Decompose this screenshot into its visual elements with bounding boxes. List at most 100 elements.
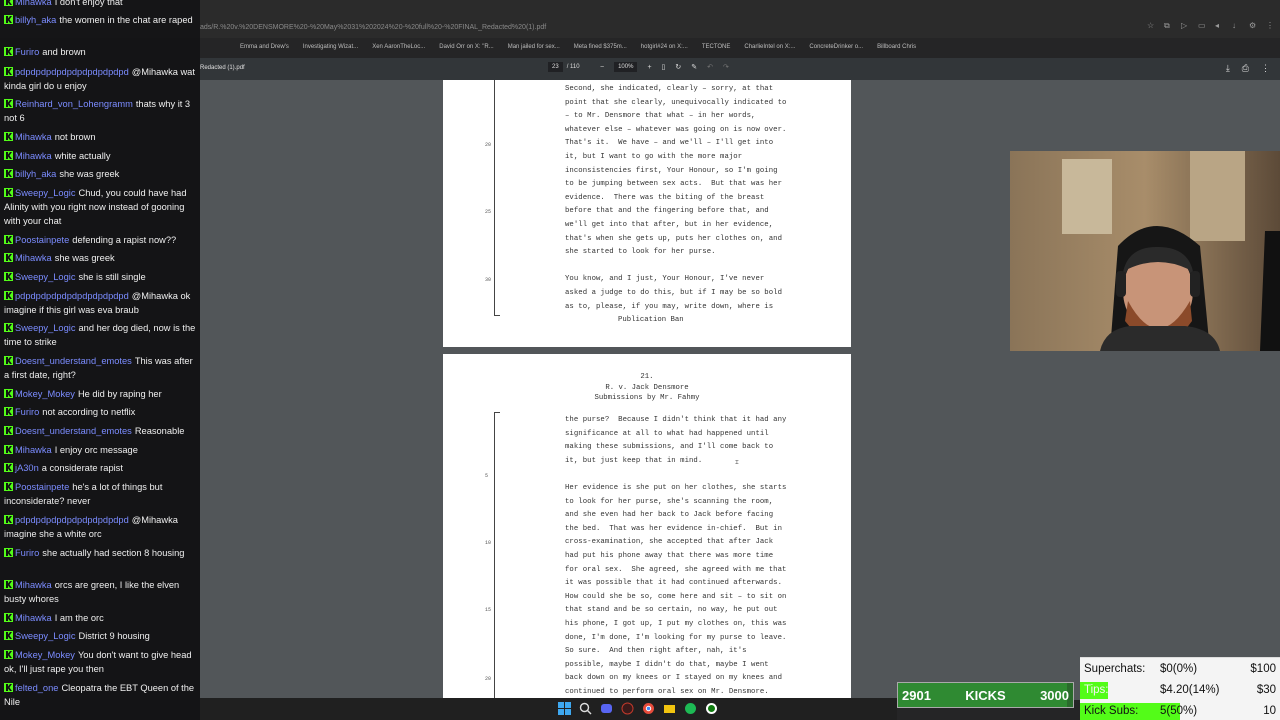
settings-icon[interactable]: ⚙ — [1249, 22, 1257, 30]
spotify-icon[interactable] — [684, 702, 697, 715]
download-pdf-icon[interactable]: ⤓ — [1226, 63, 1230, 74]
zoom-controls: − 100% + ▯ ↻ ✎ ↶ ↷ — [600, 62, 729, 72]
chat-message: Mihawka I don't enjoy that — [4, 0, 197, 10]
print-icon[interactable]: ⎙ — [1242, 63, 1249, 74]
chat-username[interactable]: Furiro — [15, 47, 39, 57]
bookmark-item[interactable]: Billboard Chris — [877, 44, 916, 50]
undo-icon[interactable]: ↶ — [707, 63, 713, 71]
chat-username[interactable]: Mihawka — [15, 613, 52, 623]
zoom-input[interactable]: 100% — [614, 62, 638, 72]
bookmark-item[interactable]: hotgirl#24 on X:... — [641, 44, 688, 50]
menu-icon[interactable]: ⋮ — [1266, 22, 1274, 30]
text-line: How could she be so, come here and sit –… — [565, 592, 787, 601]
bookmark-item[interactable]: TECTONE — [702, 44, 731, 50]
chat-username[interactable]: Sweepy_Logic — [15, 272, 75, 282]
chat-message: Sweepy_Logic District 9 housing — [4, 630, 197, 644]
kick-badge-icon — [4, 613, 13, 622]
search-icon[interactable] — [579, 702, 592, 715]
address-bar[interactable]: ads/R.%20v.%20DENSMORE%20-%20May%2031%20… — [200, 24, 546, 31]
webcam-image — [1010, 151, 1280, 351]
kick-badge-icon — [4, 683, 13, 692]
chat-username[interactable]: Mihawka — [15, 580, 52, 590]
obs-icon[interactable] — [621, 702, 634, 715]
extensions-icon[interactable]: ⧉ — [1164, 22, 1172, 30]
sound-icon[interactable]: ◂ — [1215, 22, 1223, 30]
bookmark-item[interactable]: David Orr on X: "R... — [439, 44, 493, 50]
kicks-label: KICKS — [965, 687, 1006, 703]
bookmark-item[interactable]: CharlieIntel on X:... — [744, 44, 795, 50]
chat-username[interactable]: Doesnt_understand_emotes — [15, 356, 132, 366]
chat-username[interactable]: Mokey_Mokey — [15, 389, 75, 399]
chat-message: Mokey_Mokey He did by raping her — [4, 388, 197, 402]
rotate-icon[interactable]: ↻ — [675, 63, 681, 71]
folder-icon[interactable] — [663, 702, 676, 715]
chat-username[interactable]: Furiro — [15, 548, 39, 558]
bookmark-item[interactable]: Xen AaronTheLoc... — [372, 44, 425, 50]
chat-username[interactable]: Sweepy_Logic — [15, 631, 75, 641]
discord-icon[interactable] — [600, 702, 613, 715]
text-line: as to, please, if you may, write down, w… — [565, 302, 774, 311]
fit-page-icon[interactable]: ▯ — [662, 63, 666, 71]
play-icon[interactable]: ▷ — [1181, 22, 1189, 30]
chat-username[interactable]: pdpdpdpdpdpdpdpdpdpdpd — [15, 291, 129, 301]
line-number: 20 — [485, 142, 492, 148]
windows-start-icon[interactable] — [558, 702, 571, 715]
chat-username[interactable]: Poostainpete — [15, 235, 69, 245]
kick-badge-icon — [4, 0, 13, 6]
xbox-icon[interactable] — [705, 702, 718, 715]
more-options-icon[interactable]: ⋮ — [1261, 63, 1270, 74]
chat-username[interactable]: Sweepy_Logic — [15, 323, 75, 333]
kick-badge-icon — [4, 47, 13, 56]
text-line — [565, 260, 786, 274]
bookmark-item[interactable]: Investigating Wizat... — [303, 44, 358, 50]
chat-message: Sweepy_Logic Chud, you could have had Ali… — [4, 187, 197, 228]
kick-badge-icon — [4, 151, 13, 160]
chat-overlay: Mihawka I don't enjoy that billyh_aka the w… — [0, 0, 200, 720]
star-icon[interactable]: ☆ — [1147, 22, 1155, 30]
line-number: 5 — [485, 473, 489, 479]
kick-badge-icon — [4, 389, 13, 398]
chat-username[interactable]: Poostainpete — [15, 482, 69, 492]
download-icon[interactable]: ↓ — [1232, 22, 1240, 30]
redo-icon[interactable]: ↷ — [723, 63, 729, 71]
chat-username[interactable]: felted_one — [15, 683, 58, 693]
text-line: before that and the fingering before tha… — [565, 207, 769, 216]
kick-badge-icon — [4, 188, 13, 197]
chat-message: Mihawka white actually — [4, 150, 197, 164]
zoom-out-icon[interactable]: − — [600, 64, 604, 71]
text-line: whatever else – whatever was going on is… — [565, 125, 787, 134]
bookmark-item[interactable]: ConcreteDrinker o... — [809, 44, 863, 50]
current-page-input[interactable]: 23 — [548, 62, 563, 72]
chat-message: Poostainpete he's a lot of things but inc… — [4, 481, 197, 509]
chat-username[interactable]: pdpdpdpdpdpdpdpdpdpdpd — [15, 515, 129, 525]
kicks-target: 3000 — [1040, 687, 1069, 703]
chat-text: white actually — [54, 151, 111, 161]
zoom-in-icon[interactable]: + — [647, 64, 651, 71]
chat-text: I am the orc — [54, 613, 104, 623]
chat-username[interactable]: Doesnt_understand_emotes — [15, 426, 132, 436]
text-line: it, but just keep that in mind. — [565, 456, 703, 465]
bookmark-item[interactable]: Emma and Drew's — [240, 44, 289, 50]
chat-username[interactable]: billyh_aka — [15, 169, 56, 179]
draw-icon[interactable]: ✎ — [691, 63, 697, 71]
chat-username[interactable]: Mokey_Mokey — [15, 650, 75, 660]
chat-username[interactable]: Mihawka — [15, 253, 52, 263]
chat-username[interactable]: Furiro — [15, 407, 39, 417]
chat-username[interactable]: Mihawka — [15, 132, 52, 142]
chat-username[interactable]: billyh_aka — [15, 15, 56, 25]
line-number: 25 — [485, 209, 492, 215]
chat-username[interactable]: jA30n — [15, 463, 39, 473]
bookmark-item[interactable]: Man jailed for sex... — [508, 44, 560, 50]
tab-icon[interactable]: ▭ — [1198, 22, 1206, 30]
chrome-icon[interactable] — [642, 702, 655, 715]
chat-username[interactable]: Reinhard_von_Lohengramm — [15, 99, 133, 109]
chat-username[interactable]: Sweepy_Logic — [15, 188, 75, 198]
chat-username[interactable]: Mihawka — [15, 0, 52, 7]
chat-username[interactable]: pdpdpdpdpdpdpdpdpdpdpd — [15, 67, 129, 77]
chat-username[interactable]: Mihawka — [15, 445, 52, 455]
text-line: – to Mr. Densmore that what – in her wor… — [565, 112, 756, 121]
chat-message: Mihawka orcs are green, I like the elven … — [4, 579, 197, 607]
chat-username[interactable]: Mihawka — [15, 151, 52, 161]
chat-message: Furiro and brown — [4, 46, 197, 60]
bookmark-item[interactable]: Meta fined $375m... — [574, 44, 627, 50]
